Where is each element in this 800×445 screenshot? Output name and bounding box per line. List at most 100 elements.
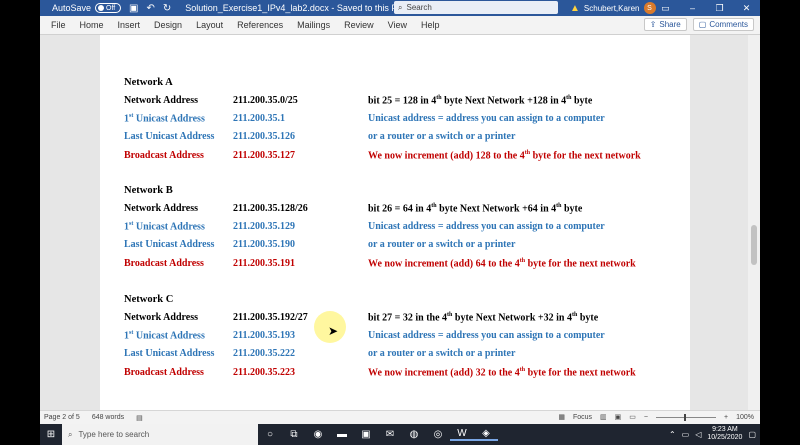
taskbar: ⊞ ⌕ Type here to search ○ ⧉ ◉ ▬ ▣ ✉ ◍ ◎ … xyxy=(40,424,760,445)
document-title: Solution_Exercise1_IPv4_lab2.docx - Save… xyxy=(185,3,404,13)
mail-icon[interactable]: ✉ xyxy=(378,429,402,440)
zoom-slider[interactable] xyxy=(656,413,716,421)
address-note: or a router or a switch or a printer xyxy=(368,348,516,360)
volume-icon[interactable]: ◁ xyxy=(695,430,701,439)
screen-recorder-icon[interactable]: ◈ xyxy=(474,428,498,441)
menu-mailings[interactable]: Mailings xyxy=(297,20,330,30)
warning-icon: ▲ xyxy=(570,2,580,14)
address-label: Network Address xyxy=(124,312,198,323)
undo-icon[interactable]: ↶ xyxy=(146,3,154,14)
text-fragment: We now increment (add) 64 to the 4 xyxy=(368,257,520,269)
menu-home[interactable]: Home xyxy=(80,20,104,30)
text-fragment: byte Next Network +128 in 4 xyxy=(441,95,567,107)
address-label: Last Unicast Address xyxy=(124,348,215,360)
autosave-label: AutoSave xyxy=(52,3,92,13)
task-view-icon[interactable]: ⧉ xyxy=(282,429,306,440)
text-fragment: byte Next Network +64 in 4 xyxy=(436,203,557,215)
text-fragment: byte for the next network xyxy=(530,149,641,161)
share-button[interactable]: ⇪ Share xyxy=(643,18,687,31)
account-area[interactable]: ▲ Schubert,Karen S xyxy=(570,2,656,14)
ribbon-display-icon[interactable]: ▭ xyxy=(652,0,679,16)
menu-file[interactable]: File xyxy=(51,20,66,30)
taskbar-search-icon: ⌕ xyxy=(68,429,73,439)
comments-button[interactable]: ▢ Comments xyxy=(692,18,754,31)
close-icon[interactable]: ✕ xyxy=(733,0,760,16)
text-fragment: byte for the next network xyxy=(525,366,636,378)
menu-layout[interactable]: Layout xyxy=(196,20,223,30)
web-layout-icon[interactable]: ▭ xyxy=(629,413,636,421)
ip-address-value: 211.200.35.191 xyxy=(233,257,295,269)
restore-icon[interactable]: ❐ xyxy=(706,0,733,16)
network-heading: Network A xyxy=(124,77,173,88)
clock[interactable]: 9:23 AM 10/25/2020 xyxy=(707,426,742,442)
address-note: Unicast address = address you can assign… xyxy=(368,113,605,125)
read-mode-icon[interactable]: ▥ xyxy=(600,413,607,421)
menu-references[interactable]: References xyxy=(237,20,283,30)
title-bar: AutoSave Off ▣ ↶ ↻ Solution_Exercise1_IP… xyxy=(40,0,760,16)
print-layout-icon[interactable]: ▣ xyxy=(615,413,622,421)
ip-address-value: 211.200.35.193 xyxy=(233,330,295,342)
edge-icon[interactable]: ◉ xyxy=(306,429,330,440)
ip-address-value: 211.200.35.192/27 xyxy=(233,312,308,323)
chrome-icon[interactable]: ◎ xyxy=(426,429,450,440)
text-fragment: byte for the next network xyxy=(525,257,636,269)
toggle-switch[interactable]: Off xyxy=(95,3,122,13)
address-label: Broadcast Address xyxy=(124,149,204,161)
word-count[interactable]: 648 words xyxy=(92,414,124,422)
menu-review[interactable]: Review xyxy=(344,20,374,30)
focus-label[interactable]: Focus xyxy=(573,414,592,421)
search-placeholder: Search xyxy=(406,3,432,12)
redo-icon[interactable]: ↻ xyxy=(163,3,171,14)
page-count[interactable]: Page 2 of 5 xyxy=(44,414,80,422)
address-note: Unicast address = address you can assign… xyxy=(368,330,605,342)
zoom-level[interactable]: 100% xyxy=(736,414,754,421)
tray-chevron-icon[interactable]: ⌃ xyxy=(669,430,676,439)
address-label: 1st Unicast Address xyxy=(124,221,205,232)
text-fragment: We now increment (add) 128 to the 4 xyxy=(368,149,525,161)
proofing-icon[interactable]: ▤ xyxy=(136,414,143,422)
taskbar-search-input[interactable]: ⌕ Type here to search xyxy=(62,424,258,445)
file-explorer-icon[interactable]: ▬ xyxy=(330,429,354,440)
menu-insert[interactable]: Insert xyxy=(118,20,141,30)
share-icon: ⇪ xyxy=(649,20,657,29)
store-icon[interactable]: ▣ xyxy=(354,429,378,440)
address-note: bit 25 = 128 in 4th byte Next Network +1… xyxy=(368,95,592,106)
address-label: Broadcast Address xyxy=(124,366,204,378)
word-icon[interactable]: W xyxy=(450,428,474,441)
address-label: Broadcast Address xyxy=(124,257,204,269)
scrollbar-thumb[interactable] xyxy=(751,225,757,265)
address-note: We now increment (add) 128 to the 4th by… xyxy=(368,150,641,161)
text-fragment: bit 26 = 64 in 4 xyxy=(368,203,432,215)
clock-time: 9:23 AM xyxy=(712,426,738,433)
menu-bar: File Home Insert Design Layout Reference… xyxy=(40,16,760,35)
menu-view[interactable]: View xyxy=(388,20,407,30)
ip-address-value: 211.200.35.128/26 xyxy=(233,203,308,214)
text-fragment: byte xyxy=(561,203,583,215)
firefox-icon[interactable]: ◍ xyxy=(402,429,426,440)
zoom-out-icon[interactable]: − xyxy=(644,414,648,421)
vertical-scrollbar[interactable] xyxy=(748,35,760,410)
ip-address-value: 211.200.35.1 xyxy=(233,113,285,125)
search-input[interactable]: ⌕ Search xyxy=(394,1,558,14)
zoom-in-icon[interactable]: + xyxy=(724,414,728,421)
text-fragment: We now increment (add) 32 to the 4 xyxy=(368,366,520,378)
windows-start-icon[interactable]: ⊞ xyxy=(40,424,62,445)
comment-icon: ▢ xyxy=(698,20,707,29)
focus-icon[interactable]: ▦ xyxy=(558,413,565,421)
document-page[interactable]: Network A Network Address 211.200.35.0/25 b… xyxy=(100,35,690,410)
network-icon[interactable]: ▭ xyxy=(682,430,690,439)
text-fragment: Unicast Address xyxy=(133,221,205,233)
text-fragment: bit 27 = 32 in the 4 xyxy=(368,312,448,324)
user-name: Schubert,Karen xyxy=(583,3,640,13)
save-icon[interactable]: ▣ xyxy=(129,3,138,14)
cortana-icon[interactable]: ○ xyxy=(258,429,282,440)
mouse-cursor-icon: ➤ xyxy=(328,324,339,338)
toggle-dot-icon xyxy=(98,5,105,11)
autosave-toggle[interactable]: AutoSave Off xyxy=(52,3,122,13)
menu-design[interactable]: Design xyxy=(154,20,182,30)
address-label: Network Address xyxy=(124,95,198,106)
notifications-icon[interactable]: ▢ xyxy=(748,430,756,439)
text-fragment: byte xyxy=(577,312,599,324)
minimize-icon[interactable]: – xyxy=(679,0,706,16)
menu-help[interactable]: Help xyxy=(421,20,440,30)
